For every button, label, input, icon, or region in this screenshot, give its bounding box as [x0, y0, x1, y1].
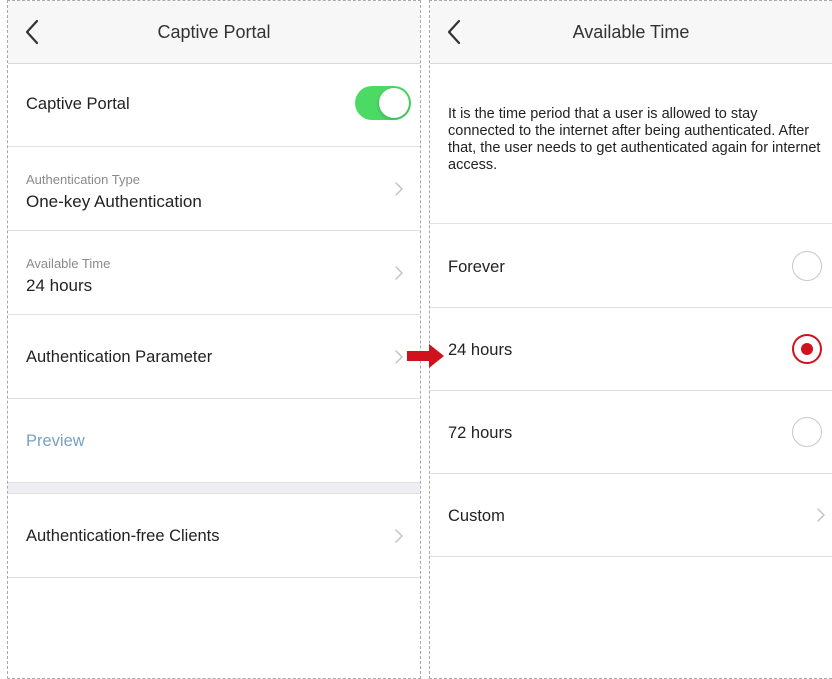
captive-portal-screen: Captive Portal Captive Portal Authentica…: [7, 0, 421, 679]
nav-bar: Captive Portal: [8, 1, 420, 64]
option-label: Custom: [448, 507, 505, 525]
authentication-free-clients-row[interactable]: Authentication-free Clients: [8, 494, 420, 578]
option-label: 72 hours: [448, 424, 513, 442]
captive-portal-toggle[interactable]: [355, 86, 411, 120]
radio-selected-dot: [801, 343, 813, 355]
available-time-screen: Available Time It is the time period tha…: [429, 0, 832, 679]
chevron-right-icon: [395, 350, 403, 364]
authentication-parameter-label: Authentication Parameter: [26, 348, 213, 366]
authentication-type-row[interactable]: Authentication Type One-key Authenticati…: [8, 147, 420, 231]
available-time-label: Available Time: [26, 256, 111, 271]
captive-portal-row: Captive Portal: [8, 64, 420, 147]
radio-72-hours[interactable]: [792, 417, 822, 447]
captive-portal-label: Captive Portal: [26, 95, 130, 113]
authentication-free-clients-label: Authentication-free Clients: [26, 527, 220, 545]
page-title: Available Time: [572, 22, 690, 42]
chevron-right-icon: [395, 529, 403, 543]
available-time-value: 24 hours: [26, 276, 93, 295]
option-label: Forever: [448, 258, 505, 276]
option-forever[interactable]: Forever: [430, 224, 832, 308]
available-time-row[interactable]: Available Time 24 hours: [8, 231, 420, 315]
authentication-parameter-row[interactable]: Authentication Parameter: [8, 315, 420, 399]
chevron-right-icon: [395, 266, 403, 280]
authentication-type-value: One-key Authentication: [26, 192, 202, 211]
toggle-knob: [379, 88, 409, 118]
radio-24-hours[interactable]: [792, 334, 822, 364]
preview-link[interactable]: Preview: [26, 432, 85, 451]
authentication-type-label: Authentication Type: [26, 172, 140, 187]
option-custom[interactable]: Custom: [430, 474, 832, 557]
option-label: 24 hours: [448, 341, 513, 359]
option-24-hours[interactable]: 24 hours: [430, 308, 832, 391]
right-arrow-icon: [407, 344, 444, 368]
chevron-right-icon: [817, 508, 825, 522]
section-divider: [8, 483, 420, 494]
chevron-right-icon: [395, 182, 403, 196]
description-text: It is the time period that a user is all…: [448, 106, 821, 173]
option-72-hours[interactable]: 72 hours: [430, 391, 832, 474]
page-title: Captive Portal: [157, 22, 271, 42]
preview-row[interactable]: Preview: [8, 399, 420, 483]
nav-bar: Available Time: [430, 1, 832, 64]
radio-forever[interactable]: [792, 251, 822, 281]
